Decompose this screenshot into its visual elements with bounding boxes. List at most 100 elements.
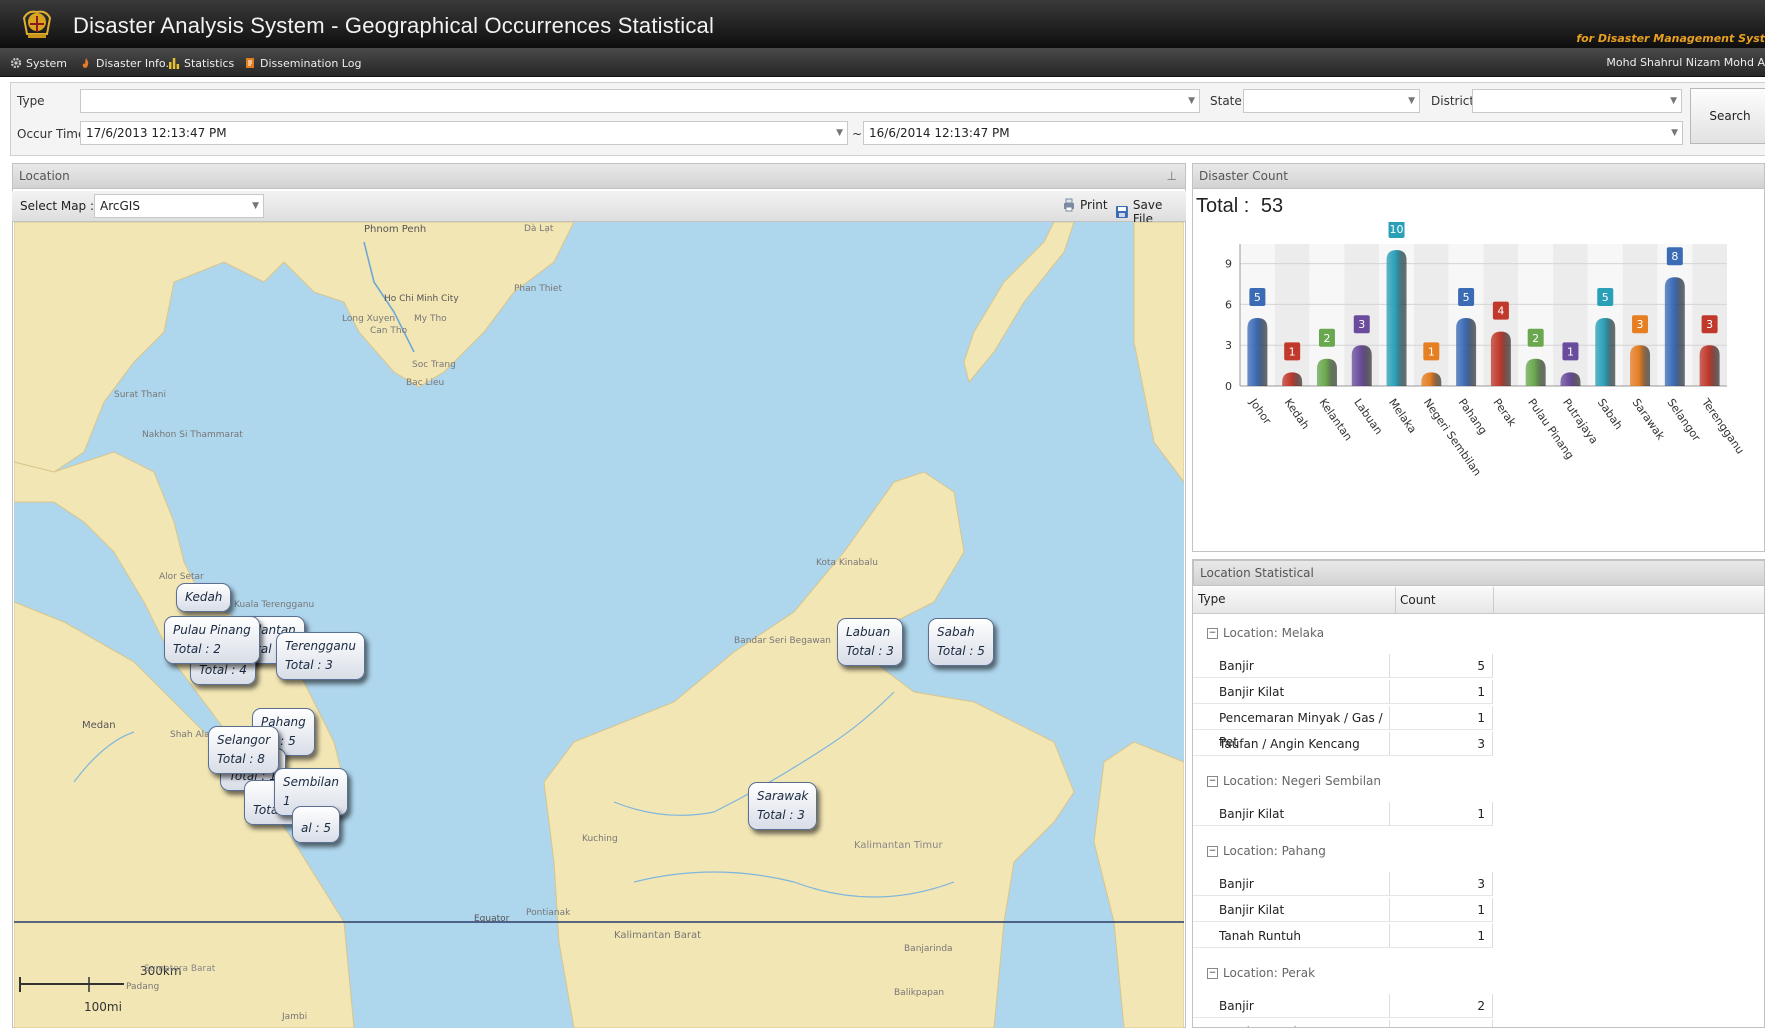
x-tick-label: Kelantan	[1317, 396, 1355, 443]
cell-count: 2	[1390, 994, 1493, 1018]
data-label: 5	[1602, 291, 1609, 304]
range-separator: ~	[852, 127, 863, 141]
menu-dissemination-log[interactable]: Dissemination Log	[244, 55, 361, 71]
group-header[interactable]: − Location: Pahang	[1207, 844, 1326, 858]
chevron-down-icon: ▼	[1188, 96, 1195, 106]
x-tick-label: Perak	[1490, 396, 1519, 429]
place-label: Surat Thani	[114, 390, 166, 400]
occur-from-field[interactable]: 17/6/2013 12:13:47 PM ▼	[80, 121, 848, 145]
chevron-down-icon: ▼	[1408, 96, 1415, 106]
print-button[interactable]: Print	[1062, 198, 1108, 212]
cell-count: 3	[1390, 872, 1493, 896]
table-row[interactable]: Banjir 2	[1193, 994, 1764, 1019]
group-header[interactable]: − Location: Melaka	[1207, 626, 1324, 640]
table-row[interactable]: Taufan / Angin Kencang 3	[1193, 732, 1764, 757]
map-marker-sabah[interactable]: Sabah Total : 5	[928, 618, 994, 666]
x-tick-label: Sabah	[1595, 396, 1625, 432]
menu-statistics[interactable]: Statistics	[168, 55, 234, 71]
table-row[interactable]: Banjir Kilat 1	[1193, 802, 1764, 827]
table-row[interactable]: Banjir 5	[1193, 654, 1764, 679]
fire-icon	[80, 57, 92, 69]
floppy-disk-icon	[1115, 206, 1128, 218]
location-panel-title: Location	[19, 169, 70, 183]
print-label: Print	[1080, 198, 1108, 212]
data-label: 1	[1567, 345, 1574, 358]
document-icon	[244, 57, 256, 69]
x-tick-label: Kedah	[1282, 396, 1312, 431]
map-marker-selangor[interactable]: Selangor Total : 8	[208, 726, 280, 774]
collapse-icon[interactable]: −	[1207, 775, 1218, 787]
table-row[interactable]: Tanah Runtuh1	[1193, 1020, 1764, 1027]
map-marker-sarawak[interactable]: Sarawak Total : 3	[748, 782, 818, 830]
location-statistical-panel: Location Statistical Type Count − Locatio…	[1192, 559, 1765, 1028]
collapse-icon[interactable]: −	[1207, 845, 1218, 857]
cell-count: 1	[1390, 706, 1493, 730]
chart-background-band	[1553, 244, 1588, 386]
stats-grid-header: Type Count	[1193, 587, 1764, 614]
col-type-header[interactable]: Type	[1198, 592, 1226, 606]
cell-count: 1	[1390, 680, 1493, 704]
group-header[interactable]: − Location: Negeri Sembilan	[1207, 774, 1381, 788]
chevron-down-icon: ▼	[1670, 96, 1677, 106]
chart-background-band	[1274, 244, 1310, 386]
location-panel-header: Location ⊥	[12, 163, 1186, 189]
map-select[interactable]: ArcGIS ▼	[94, 194, 264, 218]
menu-disaster-info-label: Disaster Info.	[96, 56, 169, 70]
gear-icon	[10, 57, 22, 69]
bar-johor	[1247, 318, 1268, 386]
map-marker-pulau-pinang[interactable]: Pulau Pinang Total : 2	[164, 616, 260, 664]
table-row[interactable]: Banjir Kilat 1	[1193, 680, 1764, 705]
place-label: Kota Kinabalu	[816, 558, 878, 568]
map-marker-kedah[interactable]: Kedah	[176, 583, 232, 612]
district-select[interactable]: ▼	[1472, 89, 1682, 113]
map-marker-terengganu[interactable]: Terengganu Total : 3	[276, 632, 365, 680]
group-header[interactable]: − Location: Perak	[1207, 966, 1315, 980]
select-map-label: Select Map :	[20, 199, 95, 213]
bar-chart-icon	[168, 57, 180, 69]
cell-type: Tanah Runtuh	[1193, 924, 1390, 948]
table-row[interactable]: Tanah Runtuh1	[1193, 924, 1764, 949]
disaster-total-label: Total :	[1196, 195, 1250, 217]
search-button[interactable]: Search	[1690, 88, 1765, 144]
place-label: Sumatera Barat	[144, 964, 216, 974]
occur-time-label: Occur Time	[17, 127, 86, 141]
chevron-down-icon: ▼	[1671, 128, 1678, 138]
menu-disaster-info[interactable]: Disaster Info.	[80, 55, 169, 71]
state-label: State	[1210, 94, 1242, 108]
group-label: Location: Perak	[1223, 966, 1316, 980]
table-row[interactable]: Banjir Kilat 1	[1193, 898, 1764, 923]
disaster-total-value: 53	[1260, 195, 1284, 217]
state-select[interactable]: ▼	[1243, 89, 1420, 113]
x-tick-label: Melaka	[1386, 396, 1419, 435]
col-count-header[interactable]: Count	[1395, 587, 1436, 613]
map-view[interactable]: 300km 100mi Phnom Penh Dà Lạt Ho Chi Min…	[14, 222, 1184, 1028]
bar-pahang	[1456, 318, 1477, 386]
disaster-count-header: Disaster Count	[1192, 163, 1765, 189]
bar-sabah	[1595, 318, 1616, 386]
menu-system[interactable]: System	[10, 55, 67, 71]
bar-melaka	[1386, 250, 1407, 386]
table-row[interactable]: Pencemaran Minyak / Gas / Pet 1	[1193, 706, 1764, 749]
collapse-icon[interactable]: −	[1207, 967, 1218, 979]
y-tick-label: 0	[1225, 380, 1232, 393]
x-tick-label: Johor	[1246, 395, 1274, 427]
type-select[interactable]: ▼	[80, 89, 1200, 113]
pin-icon[interactable]: ⊥	[1167, 164, 1177, 188]
place-label: Banjarinda	[904, 944, 953, 954]
place-label: Bac Lieu	[406, 378, 445, 388]
map-toolbar: Select Map : ArcGIS ▼ Print Save File	[12, 191, 1186, 226]
data-label: 2	[1532, 332, 1539, 345]
y-tick-label: 3	[1225, 339, 1232, 352]
collapse-icon[interactable]: −	[1207, 627, 1218, 639]
place-label: Bandar Seri Begawan	[734, 636, 832, 646]
x-tick-label: Labuan	[1351, 396, 1385, 437]
bar-labuan	[1351, 345, 1372, 386]
map-marker-labuan[interactable]: Labuan Total : 3	[837, 618, 903, 666]
place-label: Pontianak	[526, 908, 571, 918]
table-row[interactable]: Banjir 3	[1193, 872, 1764, 897]
data-label: 1	[1428, 345, 1435, 358]
occur-to-field[interactable]: 16/6/2014 12:13:47 PM ▼	[863, 121, 1683, 145]
bar-kelantan	[1316, 358, 1337, 386]
data-label: 5	[1463, 291, 1470, 304]
map-marker-johor[interactable]: al : 5	[292, 806, 340, 843]
